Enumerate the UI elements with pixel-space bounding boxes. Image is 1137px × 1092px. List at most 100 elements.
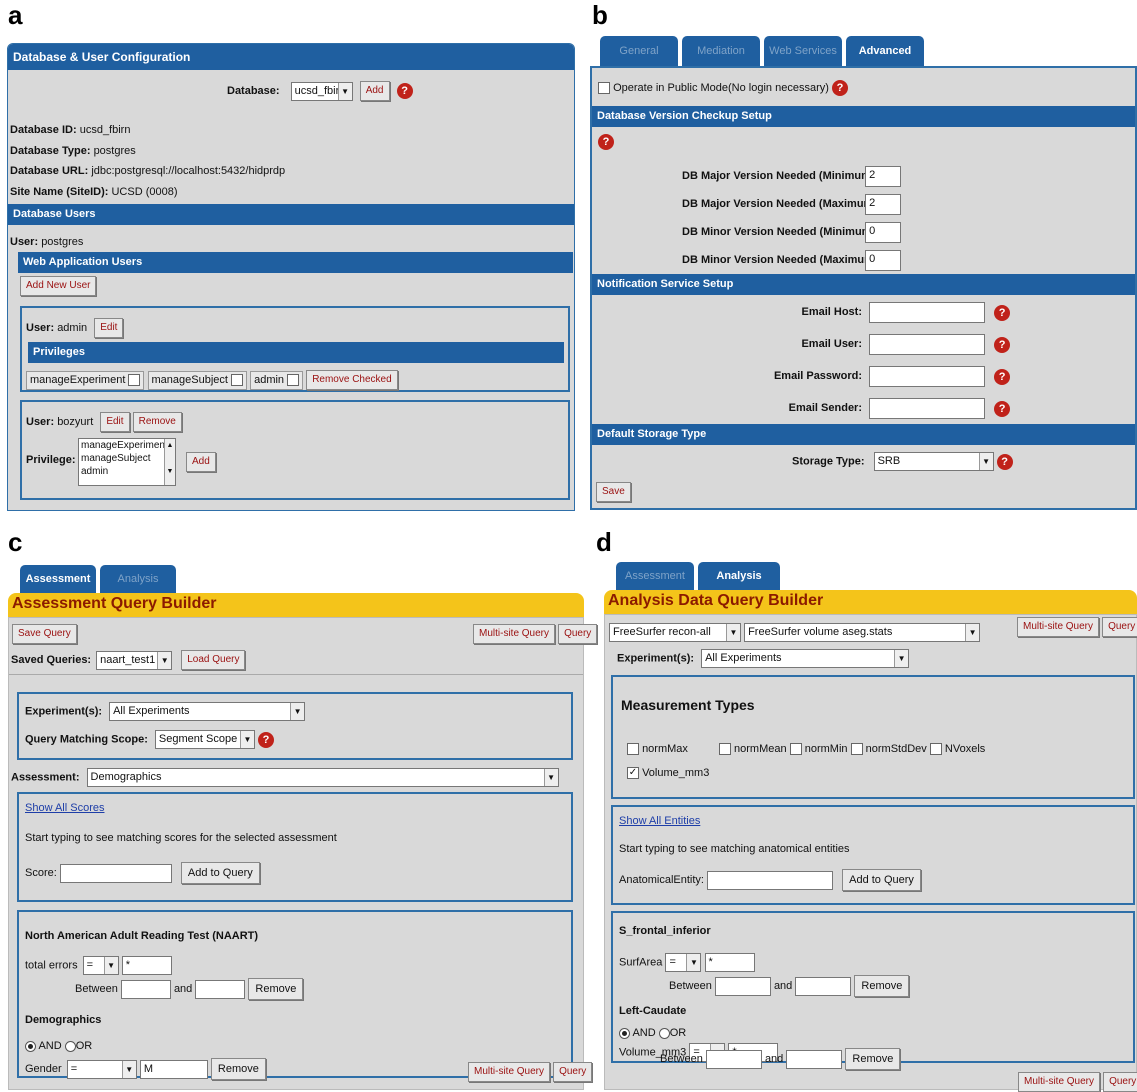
value-input[interactable]: * [121,956,172,975]
multisite-query-button[interactable]: Multi-site Query [468,1062,551,1082]
assessment-select[interactable]: Demographics ▼ [86,768,559,787]
normstddev-label: normStdDev [865,743,927,755]
remove-button[interactable]: Remove [854,975,910,997]
operator-select[interactable]: =▼ [82,956,119,975]
help-icon[interactable]: ? [396,83,413,99]
minor-max-input[interactable]: 0 [865,250,902,271]
operator-select[interactable]: =▼ [66,1059,137,1079]
add-to-query-button[interactable]: Add to Query [180,862,260,884]
tab-assessment[interactable]: Assessment [20,565,96,593]
demographics-heading: Demographics [25,1014,102,1026]
remove-button[interactable]: Remove [845,1048,901,1070]
help-icon[interactable]: ? [257,731,274,748]
normstddev-checkbox[interactable] [850,743,863,756]
privilege-listbox[interactable]: manageExperiment manageSubject admin ▲ ▼ [78,438,176,486]
gender-input[interactable]: M [139,1059,208,1079]
scope-select[interactable]: Segment Scope ▼ [154,730,255,749]
between-min-input[interactable] [120,979,171,999]
value-input[interactable]: * [704,953,755,972]
show-all-entities-link[interactable]: Show All Entities [619,815,700,827]
multisite-query-button[interactable]: Multi-site Query [1018,1072,1101,1092]
minor-min-input[interactable]: 0 [865,222,902,243]
multisite-query-button[interactable]: Multi-site Query [473,624,556,644]
major-min-input[interactable]: 2 [865,166,902,187]
save-button[interactable]: Save [596,482,631,502]
between-max-input[interactable] [795,976,852,996]
experiment-select[interactable]: All Experiments ▼ [701,649,910,668]
help-icon[interactable]: ? [994,368,1011,385]
multisite-query-button[interactable]: Multi-site Query [1017,617,1100,637]
score-input[interactable] [59,863,172,883]
scrollbar[interactable]: ▲ ▼ [164,439,175,485]
nvoxels-checkbox[interactable] [929,743,942,756]
tab-web-services[interactable]: Web Services [764,36,842,66]
or-radio[interactable] [64,1040,76,1052]
or-radio[interactable] [658,1027,670,1039]
add-new-user-button[interactable]: Add New User [20,276,97,296]
operator-select[interactable]: =▼ [665,953,702,972]
help-icon[interactable]: ? [996,453,1013,470]
list-item[interactable]: admin [81,465,175,478]
chevron-down-icon: ▼ [337,82,352,100]
help-icon[interactable]: ? [994,400,1011,417]
load-query-button[interactable]: Load Query [181,650,246,670]
add-privilege-button[interactable]: Add [186,452,216,472]
between-max-input[interactable] [195,979,246,999]
volume-mm3-checkbox[interactable]: ✓ [627,767,639,780]
priv-checkbox[interactable] [287,373,300,386]
between-max-input[interactable] [786,1049,843,1069]
tab-analysis[interactable]: Analysis [698,562,780,590]
priv-checkbox[interactable] [231,373,244,386]
and-radio[interactable] [25,1040,36,1052]
entity-input[interactable] [707,870,834,890]
list-item[interactable]: manageExperiment [81,439,175,452]
tab-assessment[interactable]: Assessment [616,562,694,590]
experiment-select[interactable]: All Experiments ▼ [109,702,306,721]
list-item[interactable]: manageSubject [81,452,175,465]
help-icon[interactable]: ? [994,336,1011,353]
normmax-checkbox[interactable] [627,743,639,756]
between-min-input[interactable] [705,1049,762,1069]
email-host-input[interactable] [869,302,986,323]
email-password-input[interactable] [869,366,986,387]
site-value: UCSD (0008) [111,186,178,198]
database-select[interactable]: ucsd_fbirn▼ [290,81,353,101]
edit-button[interactable]: Edit [100,412,130,432]
remove-button[interactable]: Remove [132,412,182,432]
email-sender-input[interactable] [869,398,986,419]
normmin-checkbox[interactable] [789,743,802,756]
help-icon[interactable]: ? [598,134,614,150]
tab-analysis[interactable]: Analysis [100,565,176,593]
between-label: Between [669,979,712,992]
db-type-value: postgres [93,145,136,157]
help-icon[interactable]: ? [994,304,1011,321]
public-mode-checkbox[interactable] [598,82,610,94]
help-icon[interactable]: ? [831,80,848,96]
pipeline-select[interactable]: FreeSurfer recon-all ▼ [609,623,741,642]
saved-queries-select[interactable]: naart_test1 ▼ [96,650,173,670]
add-database-button[interactable]: Add [359,81,390,101]
query-button[interactable]: Query [1102,617,1137,637]
entities-box: Show All Entities Start typing to see ma… [611,805,1135,905]
remove-button[interactable]: Remove [210,1058,266,1080]
remove-checked-button[interactable]: Remove Checked [306,370,398,390]
remove-button[interactable]: Remove [248,978,304,1000]
major-max-input[interactable]: 2 [865,194,902,215]
email-user-input[interactable] [869,334,986,355]
save-query-button[interactable]: Save Query [12,624,77,644]
between-min-input[interactable] [714,976,771,996]
edit-button[interactable]: Edit [94,318,124,338]
tab-advanced[interactable]: Advanced [846,36,924,66]
query-button[interactable]: Query [1103,1072,1137,1092]
stats-file-select[interactable]: FreeSurfer volume aseg.stats ▼ [744,623,981,642]
add-to-query-button[interactable]: Add to Query [842,869,921,891]
query-button[interactable]: Query [553,1062,593,1082]
normmean-checkbox[interactable] [718,743,731,756]
tab-general[interactable]: General [600,36,678,66]
show-all-scores-link[interactable]: Show All Scores [25,802,104,814]
and-radio[interactable] [619,1027,630,1039]
tab-mediation[interactable]: Mediation [682,36,760,66]
storage-type-select[interactable]: SRB ▼ [873,452,994,471]
priv-checkbox[interactable] [128,373,141,386]
query-button[interactable]: Query [558,624,598,644]
